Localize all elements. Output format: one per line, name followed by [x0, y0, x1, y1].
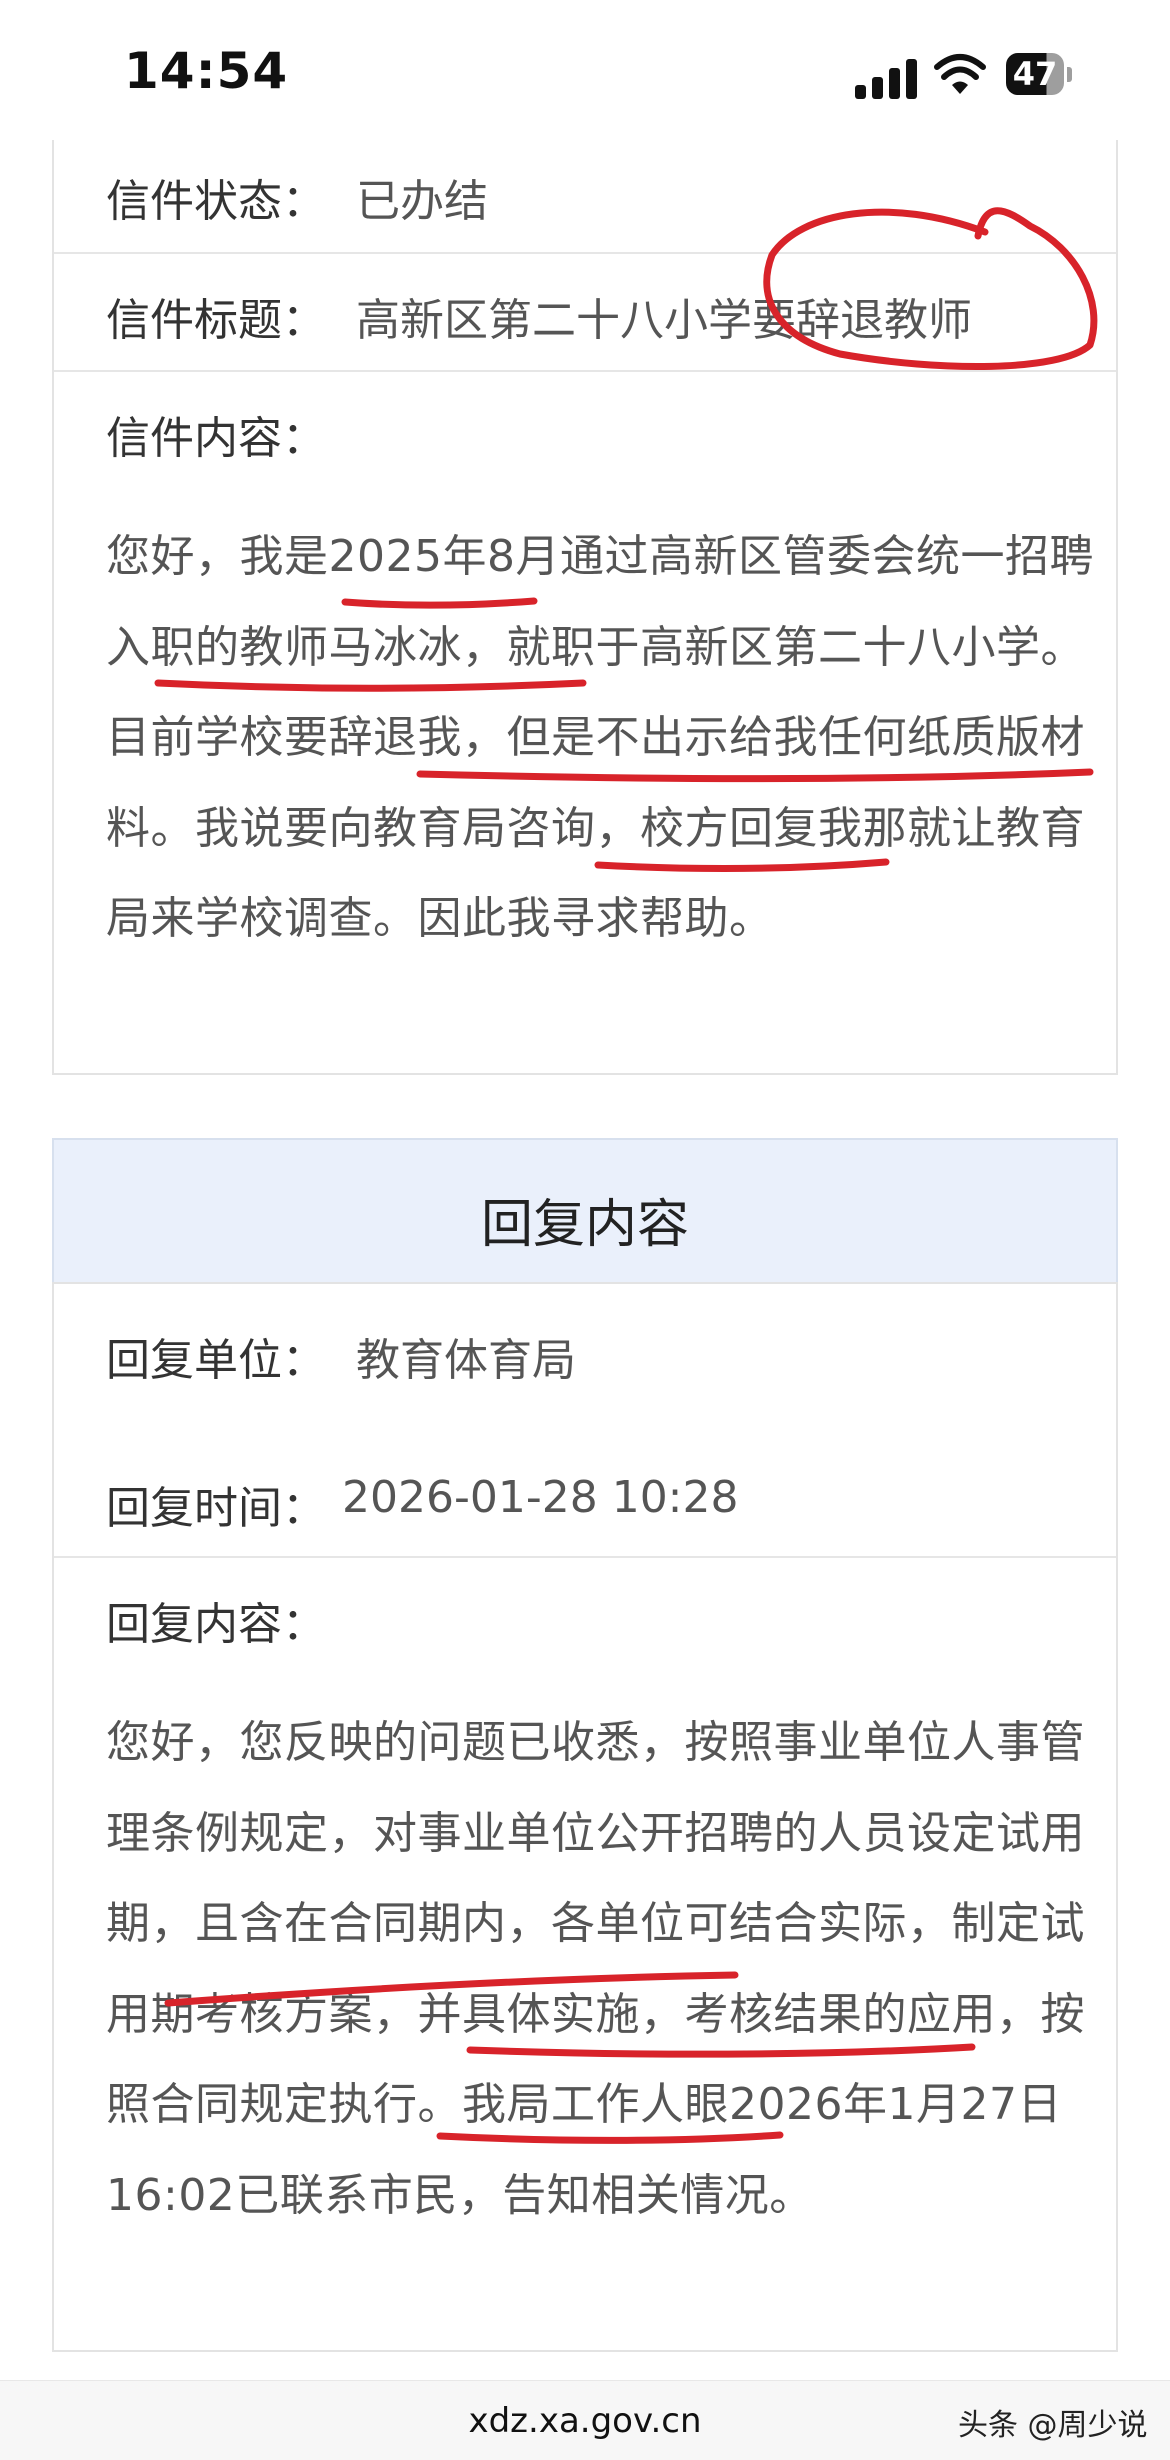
reply-content-label: 回复内容： [106, 1599, 326, 1650]
letter-status-row: 信件状态： 已办结 [54, 140, 1116, 250]
letter-title-row: 信件标题： 高新区第二十八小学要辞退教师 [54, 252, 1116, 370]
cellular-signal-icon [855, 53, 917, 99]
reply-unit-value: 教育体育局 [356, 1335, 576, 1386]
letter-content-label: 信件内容： [106, 413, 326, 464]
reply-card: 回复单位： 教育体育局 回复时间： 2026-01-28 10:28 回复内容：… [52, 1282, 1118, 2352]
status-time: 14:54 [124, 42, 289, 100]
reply-time-value: 2026-01-28 10:28 [342, 1472, 739, 1523]
reply-content-text: 您好，您反映的问题已收悉，按照事业单位人事管理条例规定，对事业单位公开招聘的人员… [106, 1717, 1085, 2221]
letter-status-label: 信件状态： [106, 176, 326, 227]
reply-unit-label: 回复单位： [106, 1335, 326, 1386]
reply-content-row: 回复内容： 您好，您反映的问题已收悉，按照事业单位人事管理条例规定，对事业单位公… [54, 1556, 1116, 2352]
battery-icon: 47 [1006, 53, 1076, 97]
letter-content-row: 信件内容： 您好，我是2025年8月通过高新区管委会统一招聘入职的教师马冰冰，就… [54, 370, 1116, 1073]
watermark: 头条 @周少说 [958, 2408, 1148, 2443]
reply-section-title: 回复内容 [480, 1195, 689, 1255]
battery-level: 47 [1006, 53, 1064, 95]
letter-content-text: 您好，我是2025年8月通过高新区管委会统一招聘入职的教师马冰冰，就职于高新区第… [106, 531, 1094, 944]
letter-status-value: 已办结 [356, 176, 488, 227]
letter-card: 信件状态： 已办结 信件标题： 高新区第二十八小学要辞退教师 信件内容： 您好，… [52, 140, 1118, 1075]
status-bar: 14:54 47 [0, 0, 1170, 140]
wifi-icon [934, 54, 986, 94]
letter-title-label: 信件标题： [106, 295, 326, 346]
letter-title-value: 高新区第二十八小学要辞退教师 [356, 295, 972, 346]
reply-section-header: 回复内容 [52, 1138, 1118, 1284]
reply-time-label: 回复时间： [106, 1483, 326, 1534]
reply-unit-row: 回复单位： 教育体育局 回复时间： 2026-01-28 10:28 [54, 1284, 1116, 1554]
